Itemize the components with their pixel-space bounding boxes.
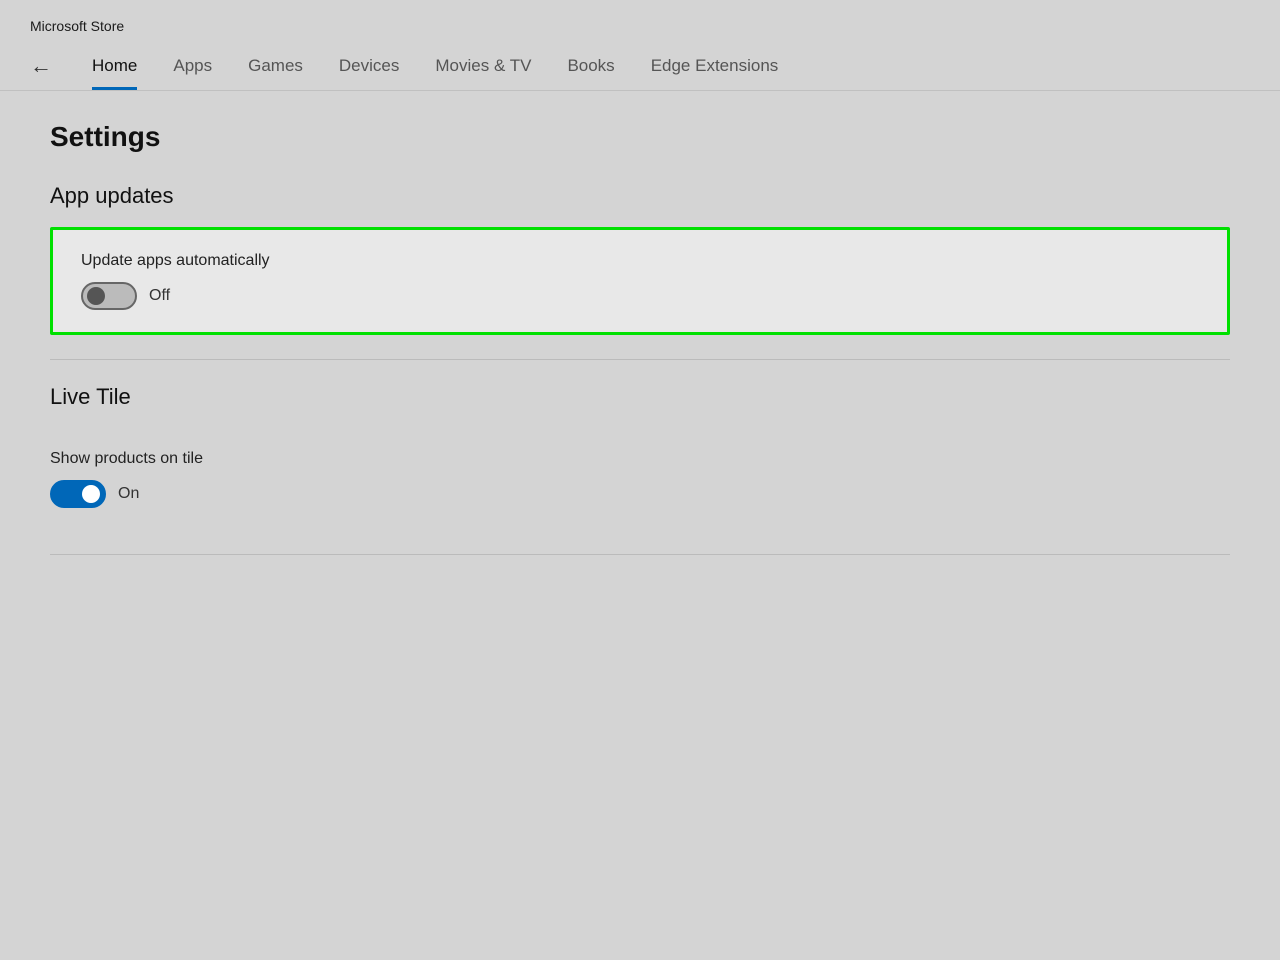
app-title: Microsoft Store [30, 18, 124, 34]
nav-item-books[interactable]: Books [549, 42, 632, 90]
page-title: Settings [50, 121, 1230, 153]
toggle-state-label-show-products-on-tile: On [118, 485, 139, 503]
toggle-row-show-products-on-tile: On [50, 480, 1230, 508]
back-button[interactable]: ← [30, 43, 64, 89]
toggle-show-products-on-tile[interactable] [50, 480, 106, 508]
toggle-track-show-products-on-tile [50, 480, 106, 508]
nav-item-apps[interactable]: Apps [155, 42, 230, 90]
nav-bar: ← HomeAppsGamesDevicesMovies & TVBooksEd… [0, 42, 1280, 91]
setting-label-update-apps-automatically: Update apps automatically [81, 252, 1199, 270]
setting-update-apps-automatically: Update apps automatically Off [50, 227, 1230, 335]
divider-bottom [50, 554, 1230, 555]
section-live-tile: Live Tile Show products on tile On [50, 384, 1230, 530]
toggle-state-label-update-apps-automatically: Off [149, 287, 170, 305]
toggle-thumb-show-products-on-tile [82, 485, 100, 503]
setting-show-products-on-tile: Show products on tile On [50, 428, 1230, 530]
setting-label-show-products-on-tile: Show products on tile [50, 450, 1230, 468]
content-area: Settings App updates Update apps automati… [0, 91, 1280, 609]
nav-item-games[interactable]: Games [230, 42, 321, 90]
back-arrow-icon: ← [30, 53, 52, 79]
nav-item-home[interactable]: Home [74, 42, 155, 90]
section-title-app-updates: App updates [50, 183, 1230, 209]
nav-item-movies-tv[interactable]: Movies & TV [417, 42, 549, 90]
nav-item-edge-extensions[interactable]: Edge Extensions [633, 42, 797, 90]
toggle-update-apps-automatically[interactable] [81, 282, 137, 310]
toggle-row-update-apps-automatically: Off [81, 282, 1199, 310]
section-app-updates: App updates Update apps automatically Off [50, 183, 1230, 335]
divider-0 [50, 359, 1230, 360]
section-title-live-tile: Live Tile [50, 384, 1230, 410]
toggle-thumb-update-apps-automatically [87, 287, 105, 305]
title-bar: Microsoft Store [0, 0, 1280, 42]
nav-item-devices[interactable]: Devices [321, 42, 417, 90]
toggle-track-update-apps-automatically [81, 282, 137, 310]
